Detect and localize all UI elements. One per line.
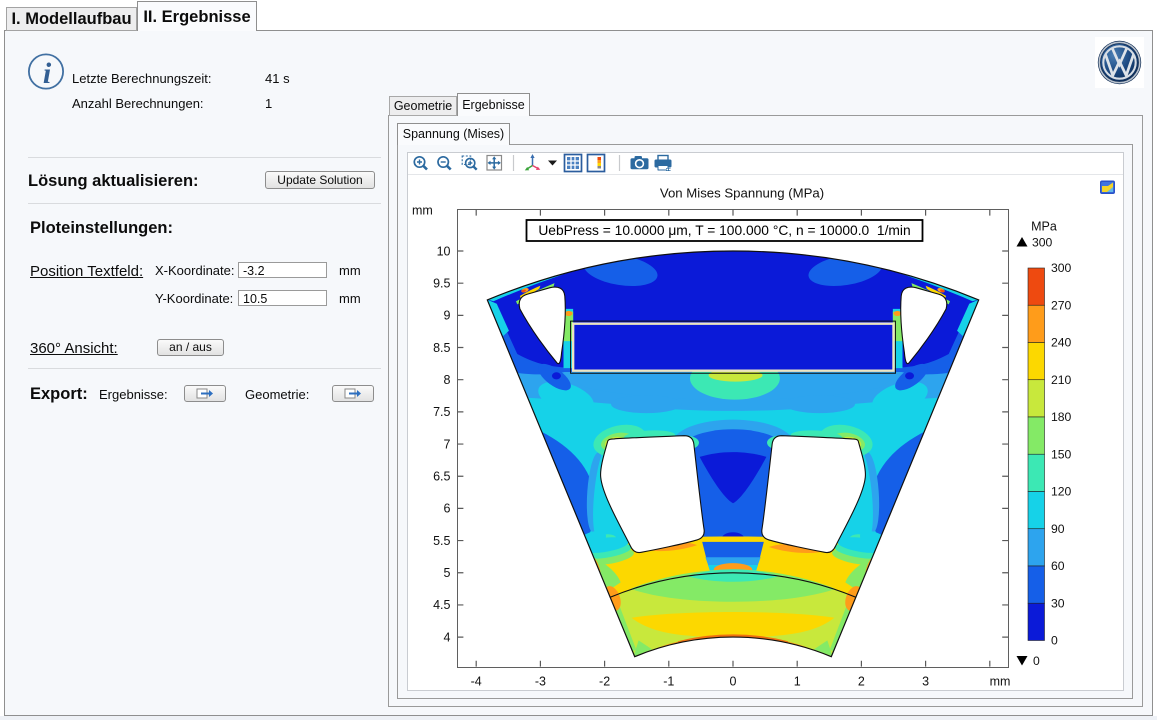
- svg-text:i: i: [43, 57, 52, 90]
- svg-text:300: 300: [1032, 236, 1053, 250]
- svg-text:4.5: 4.5: [433, 598, 450, 612]
- svg-text:7.5: 7.5: [433, 405, 450, 419]
- svg-text:2: 2: [858, 675, 865, 689]
- svg-text:9.5: 9.5: [433, 276, 450, 290]
- svg-text:120: 120: [1051, 485, 1072, 499]
- svg-text:0: 0: [1033, 654, 1040, 668]
- svg-text:UebPress = 10.0000 μm, T = 100: UebPress = 10.0000 μm, T = 100.000 °C, n…: [538, 223, 910, 238]
- svg-text:240: 240: [1051, 336, 1072, 350]
- svg-text:-4: -4: [471, 675, 482, 689]
- svg-text:5.5: 5.5: [433, 534, 450, 548]
- svg-text:150: 150: [1051, 447, 1072, 461]
- svg-text:0: 0: [730, 675, 737, 689]
- svg-text:-2: -2: [599, 675, 610, 689]
- svg-text:10: 10: [437, 244, 451, 258]
- svg-text:Von Mises Spannung (MPa): Von Mises Spannung (MPa): [660, 186, 824, 201]
- svg-text:-1: -1: [663, 675, 674, 689]
- svg-text:180: 180: [1051, 410, 1072, 424]
- svg-text:270: 270: [1051, 298, 1072, 312]
- svg-text:5: 5: [444, 566, 451, 580]
- svg-text:6: 6: [444, 502, 451, 516]
- svg-text:7: 7: [444, 437, 451, 451]
- svg-text:9: 9: [444, 309, 451, 323]
- svg-text:mm: mm: [412, 204, 433, 218]
- svg-text:1: 1: [794, 675, 801, 689]
- svg-text:8: 8: [444, 373, 451, 387]
- svg-text:6.5: 6.5: [433, 470, 450, 484]
- svg-text:4: 4: [444, 630, 451, 644]
- svg-text:mm: mm: [990, 675, 1011, 689]
- svg-text:90: 90: [1051, 522, 1065, 536]
- svg-text:MPa: MPa: [1031, 220, 1057, 234]
- svg-text:0: 0: [1051, 634, 1058, 648]
- svg-text:-3: -3: [535, 675, 546, 689]
- svg-text:30: 30: [1051, 596, 1065, 610]
- svg-text:300: 300: [1051, 261, 1072, 275]
- svg-text:60: 60: [1051, 559, 1065, 573]
- svg-text:210: 210: [1051, 373, 1072, 387]
- svg-text:8.5: 8.5: [433, 341, 450, 355]
- svg-text:3: 3: [922, 675, 929, 689]
